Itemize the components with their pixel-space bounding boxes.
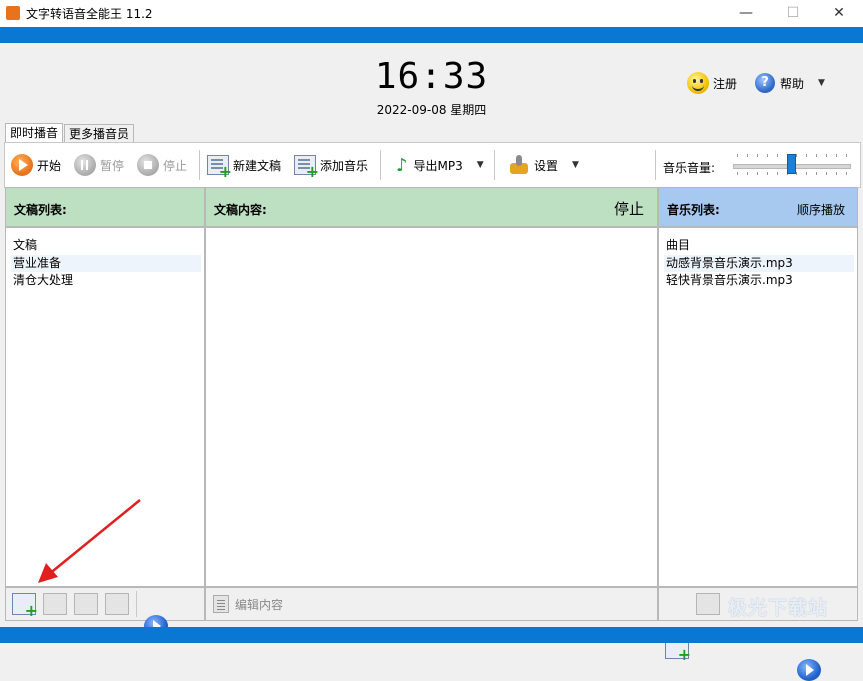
bottom-accent-bar: [0, 627, 863, 643]
slider-tick: [826, 172, 828, 175]
document-icon: [213, 595, 229, 613]
add-music-label: 添加音乐: [320, 158, 369, 173]
slider-tick: [776, 154, 778, 157]
slider-tick: [806, 154, 808, 157]
slider-tick: [746, 172, 748, 175]
add-music-icon: [294, 155, 319, 180]
help-label: 帮助: [780, 76, 805, 91]
slider-tick: [776, 172, 778, 175]
move-up-icon[interactable]: [74, 593, 98, 615]
doc-column-header: 文稿: [13, 238, 38, 252]
stop-button[interactable]: 停止: [137, 153, 187, 177]
delete-doc-icon[interactable]: [43, 593, 67, 615]
doc-content-area[interactable]: [205, 227, 658, 587]
toolbar-divider: [199, 150, 200, 180]
chevron-down-icon[interactable]: ▼: [818, 78, 825, 88]
stop-icon: [137, 154, 159, 176]
slider-tick: [746, 154, 748, 157]
list-item[interactable]: 轻快背景音乐演示.mp3: [664, 272, 854, 289]
slider-tick: [737, 154, 738, 157]
help-button[interactable]: ? 帮助 ▼: [755, 72, 825, 94]
settings-button[interactable]: 设置 ▼: [508, 153, 579, 177]
toolbar-divider: [655, 150, 656, 180]
slider-tick: [826, 154, 828, 157]
clock-date: 2022-09-08 星期四: [376, 103, 487, 117]
volume-label: 音乐音量:: [663, 161, 716, 175]
add-music-button[interactable]: 添加音乐: [294, 153, 369, 180]
pause-icon: [74, 154, 96, 176]
doc-list-header: 文稿列表:: [5, 187, 205, 227]
slider-tick: [836, 154, 838, 157]
new-doc-label: 新建文稿: [233, 158, 282, 173]
doc-content-title: 文稿内容:: [214, 203, 267, 217]
slider-tick: [816, 154, 818, 157]
edit-content-button[interactable]: 编辑内容: [213, 594, 283, 614]
volume-slider-thumb[interactable]: [787, 154, 796, 174]
slider-tick: [845, 154, 847, 157]
footer-divider: [136, 591, 137, 617]
slider-tick: [737, 172, 738, 175]
edit-content-label: 编辑内容: [235, 597, 284, 612]
slider-tick: [766, 172, 768, 175]
music-list-header: 音乐列表: 顺序播放: [658, 187, 858, 227]
doc-content-header: 文稿内容: 停止: [205, 187, 658, 227]
move-down-icon[interactable]: [105, 593, 129, 615]
tab-more-voices[interactable]: 更多播音员: [64, 124, 135, 143]
slider-tick: [766, 154, 768, 157]
app-icon: [6, 6, 20, 20]
add-doc-icon[interactable]: [12, 593, 38, 619]
slider-tick: [806, 172, 808, 175]
slider-tick: [845, 172, 847, 175]
list-item[interactable]: 营业准备: [11, 255, 201, 272]
new-doc-button[interactable]: 新建文稿: [207, 153, 282, 180]
watermark-text: 极光下载站: [728, 597, 829, 619]
maximize-button[interactable]: ☐: [770, 0, 816, 27]
register-button[interactable]: 注册: [687, 72, 737, 94]
list-item[interactable]: 动感背景音乐演示.mp3: [664, 255, 854, 272]
top-accent-bar: [0, 27, 863, 43]
toolbar-divider: [494, 150, 495, 180]
chevron-down-icon[interactable]: ▼: [477, 160, 484, 170]
chevron-down-icon[interactable]: ▼: [572, 160, 579, 170]
slider-tick: [756, 172, 758, 175]
stop-label: 停止: [163, 158, 188, 173]
close-button[interactable]: ✕: [816, 0, 862, 27]
help-icon: ?: [755, 73, 775, 93]
play-music-icon[interactable]: [797, 659, 821, 681]
music-list-title: 音乐列表:: [667, 203, 720, 217]
track-column-header: 曲目: [666, 238, 691, 252]
music-list[interactable]: 曲目 动感背景音乐演示.mp3 轻快背景音乐演示.mp3: [658, 227, 858, 587]
window-title: 文字转语音全能王 11.2: [26, 7, 153, 21]
settings-label: 设置: [534, 158, 559, 173]
export-mp3-button[interactable]: ♪ 导出MP3 ▼: [396, 153, 484, 177]
minimize-button[interactable]: —: [723, 0, 769, 27]
doc-list-title: 文稿列表:: [14, 203, 67, 217]
delete-music-icon[interactable]: [696, 593, 720, 615]
slider-tick: [816, 172, 818, 175]
playback-status: 停止: [613, 200, 644, 218]
export-label: 导出MP3: [413, 158, 463, 173]
music-note-icon: ♪: [396, 154, 408, 176]
smiley-icon: [687, 72, 709, 94]
red-arrow-annotation: [38, 499, 141, 583]
list-item[interactable]: 清仓大处理: [11, 272, 201, 289]
new-doc-icon: [207, 155, 232, 180]
settings-icon: [508, 154, 530, 176]
tab-instant-broadcast[interactable]: 即时播音: [5, 123, 64, 143]
slider-tick: [756, 154, 758, 157]
play-icon: [11, 154, 33, 176]
start-label: 开始: [37, 158, 62, 173]
slider-tick: [796, 172, 798, 175]
slider-tick: [796, 154, 798, 157]
toolbar-divider: [380, 150, 381, 180]
pause-label: 暂停: [100, 158, 125, 173]
start-button[interactable]: 开始: [11, 153, 61, 177]
play-mode[interactable]: 顺序播放: [797, 201, 845, 218]
register-label: 注册: [713, 76, 738, 91]
slider-tick: [836, 172, 838, 175]
pause-button[interactable]: 暂停: [74, 153, 124, 177]
